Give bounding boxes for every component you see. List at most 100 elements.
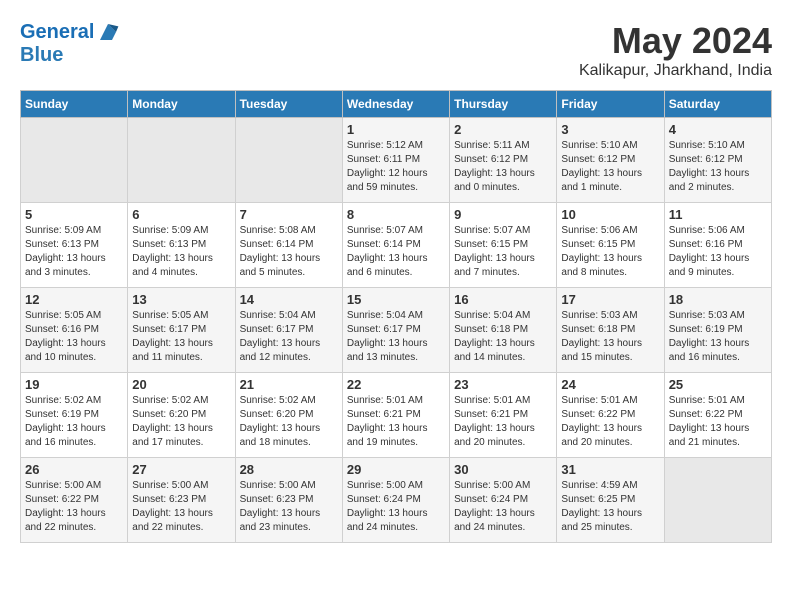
calendar-week-row: 5 Sunrise: 5:09 AM Sunset: 6:13 PM Daylig… [21,203,772,288]
title-block: May 2024 Kalikapur, Jharkhand, India [579,20,772,80]
day-info: Sunrise: 5:05 AM Sunset: 6:16 PM Dayligh… [25,309,123,365]
calendar-cell: 30 Sunrise: 5:00 AM Sunset: 6:24 PM Dayli… [450,458,557,543]
day-info: Sunrise: 5:10 AM Sunset: 6:12 PM Dayligh… [561,139,659,195]
weekday-header-monday: Monday [128,91,235,118]
calendar-cell: 9 Sunrise: 5:07 AM Sunset: 6:15 PM Daylig… [450,203,557,288]
calendar-cell: 29Sunrise: 5:00 AM Sunset: 6:24 PM Dayli… [342,458,449,543]
day-number: 18 [669,292,767,307]
day-number: 3 [561,122,659,137]
calendar-cell: 20Sunrise: 5:02 AM Sunset: 6:20 PM Dayli… [128,373,235,458]
day-info: Sunrise: 5:05 AM Sunset: 6:17 PM Dayligh… [132,309,230,365]
calendar-cell: 26 Sunrise: 5:00 AM Sunset: 6:22 PM Dayli… [21,458,128,543]
day-info: Sunrise: 5:01 AM Sunset: 6:22 PM Dayligh… [669,394,767,450]
day-number: 29 [347,462,445,477]
calendar-cell: 18 Sunrise: 5:03 AM Sunset: 6:19 PM Dayli… [664,288,771,373]
calendar-cell: 31Sunrise: 4:59 AM Sunset: 6:25 PM Dayli… [557,458,664,543]
day-number: 4 [669,122,767,137]
day-info: Sunrise: 5:00 AM Sunset: 6:24 PM Dayligh… [454,479,552,535]
day-number: 21 [240,377,338,392]
day-number: 19 [25,377,123,392]
calendar-cell [664,458,771,543]
day-info: Sunrise: 5:00 AM Sunset: 6:22 PM Dayligh… [25,479,123,535]
day-info: Sunrise: 5:02 AM Sunset: 6:20 PM Dayligh… [240,394,338,450]
weekday-header-thursday: Thursday [450,91,557,118]
calendar-cell: 5 Sunrise: 5:09 AM Sunset: 6:13 PM Daylig… [21,203,128,288]
day-number: 2 [454,122,552,137]
calendar-cell: 15Sunrise: 5:04 AM Sunset: 6:17 PM Dayli… [342,288,449,373]
page-header: General Blue May 2024 Kalikapur, Jharkha… [20,20,772,80]
calendar-week-row: 19 Sunrise: 5:02 AM Sunset: 6:19 PM Dayli… [21,373,772,458]
month-year-title: May 2024 [579,20,772,62]
day-number: 13 [132,292,230,307]
calendar-cell: 8Sunrise: 5:07 AM Sunset: 6:14 PM Daylig… [342,203,449,288]
calendar-cell: 28Sunrise: 5:00 AM Sunset: 6:23 PM Dayli… [235,458,342,543]
day-info: Sunrise: 5:09 AM Sunset: 6:13 PM Dayligh… [25,224,123,280]
calendar-cell: 25Sunrise: 5:01 AM Sunset: 6:22 PM Dayli… [664,373,771,458]
calendar-cell: 23Sunrise: 5:01 AM Sunset: 6:21 PM Dayli… [450,373,557,458]
calendar-week-row: 1Sunrise: 5:12 AM Sunset: 6:11 PM Daylig… [21,118,772,203]
day-number: 5 [25,207,123,222]
day-number: 6 [132,207,230,222]
calendar-cell: 6 Sunrise: 5:09 AM Sunset: 6:13 PM Daylig… [128,203,235,288]
calendar-cell [128,118,235,203]
calendar-header: SundayMondayTuesdayWednesdayThursdayFrid… [21,91,772,118]
calendar-cell: 11 Sunrise: 5:06 AM Sunset: 6:16 PM Dayli… [664,203,771,288]
day-info: Sunrise: 5:08 AM Sunset: 6:14 PM Dayligh… [240,224,338,280]
day-number: 27 [132,462,230,477]
day-info: Sunrise: 5:04 AM Sunset: 6:17 PM Dayligh… [347,309,445,365]
day-number: 28 [240,462,338,477]
calendar-cell [235,118,342,203]
calendar-cell: 24 Sunrise: 5:01 AM Sunset: 6:22 PM Dayli… [557,373,664,458]
weekday-header-saturday: Saturday [664,91,771,118]
day-number: 17 [561,292,659,307]
day-info: Sunrise: 5:07 AM Sunset: 6:15 PM Dayligh… [454,224,552,280]
weekday-header-row: SundayMondayTuesdayWednesdayThursdayFrid… [21,91,772,118]
day-number: 23 [454,377,552,392]
day-number: 7 [240,207,338,222]
day-info: Sunrise: 5:07 AM Sunset: 6:14 PM Dayligh… [347,224,445,280]
weekday-header-wednesday: Wednesday [342,91,449,118]
calendar-cell: 19 Sunrise: 5:02 AM Sunset: 6:19 PM Dayli… [21,373,128,458]
day-number: 11 [669,207,767,222]
calendar-week-row: 12 Sunrise: 5:05 AM Sunset: 6:16 PM Dayli… [21,288,772,373]
day-number: 30 [454,462,552,477]
calendar-cell: 14 Sunrise: 5:04 AM Sunset: 6:17 PM Dayli… [235,288,342,373]
day-info: Sunrise: 5:03 AM Sunset: 6:19 PM Dayligh… [669,309,767,365]
day-number: 1 [347,122,445,137]
day-number: 12 [25,292,123,307]
calendar-cell: 7 Sunrise: 5:08 AM Sunset: 6:14 PM Daylig… [235,203,342,288]
day-number: 26 [25,462,123,477]
calendar-cell: 17Sunrise: 5:03 AM Sunset: 6:18 PM Dayli… [557,288,664,373]
calendar-cell: 3 Sunrise: 5:10 AM Sunset: 6:12 PM Daylig… [557,118,664,203]
calendar-table: SundayMondayTuesdayWednesdayThursdayFrid… [20,90,772,543]
calendar-cell: 4Sunrise: 5:10 AM Sunset: 6:12 PM Daylig… [664,118,771,203]
day-info: Sunrise: 5:11 AM Sunset: 6:12 PM Dayligh… [454,139,552,195]
calendar-week-row: 26 Sunrise: 5:00 AM Sunset: 6:22 PM Dayli… [21,458,772,543]
day-info: Sunrise: 5:01 AM Sunset: 6:21 PM Dayligh… [347,394,445,450]
day-number: 10 [561,207,659,222]
day-info: Sunrise: 5:06 AM Sunset: 6:16 PM Dayligh… [669,224,767,280]
calendar-cell: 12 Sunrise: 5:05 AM Sunset: 6:16 PM Dayli… [21,288,128,373]
location-subtitle: Kalikapur, Jharkhand, India [579,62,772,80]
day-number: 24 [561,377,659,392]
day-info: Sunrise: 5:06 AM Sunset: 6:15 PM Dayligh… [561,224,659,280]
logo-text: General [20,21,94,43]
day-info: Sunrise: 5:00 AM Sunset: 6:23 PM Dayligh… [132,479,230,535]
day-number: 14 [240,292,338,307]
day-info: Sunrise: 5:04 AM Sunset: 6:17 PM Dayligh… [240,309,338,365]
weekday-header-friday: Friday [557,91,664,118]
day-number: 20 [132,377,230,392]
day-info: Sunrise: 5:09 AM Sunset: 6:13 PM Dayligh… [132,224,230,280]
weekday-header-tuesday: Tuesday [235,91,342,118]
calendar-cell: 13 Sunrise: 5:05 AM Sunset: 6:17 PM Dayli… [128,288,235,373]
day-number: 9 [454,207,552,222]
day-number: 22 [347,377,445,392]
calendar-body: 1Sunrise: 5:12 AM Sunset: 6:11 PM Daylig… [21,118,772,543]
day-info: Sunrise: 5:02 AM Sunset: 6:19 PM Dayligh… [25,394,123,450]
day-info: Sunrise: 5:01 AM Sunset: 6:22 PM Dayligh… [561,394,659,450]
day-info: Sunrise: 5:04 AM Sunset: 6:18 PM Dayligh… [454,309,552,365]
day-number: 16 [454,292,552,307]
calendar-cell: 22 Sunrise: 5:01 AM Sunset: 6:21 PM Dayli… [342,373,449,458]
calendar-cell: 10 Sunrise: 5:06 AM Sunset: 6:15 PM Dayli… [557,203,664,288]
logo: General Blue [20,20,120,66]
